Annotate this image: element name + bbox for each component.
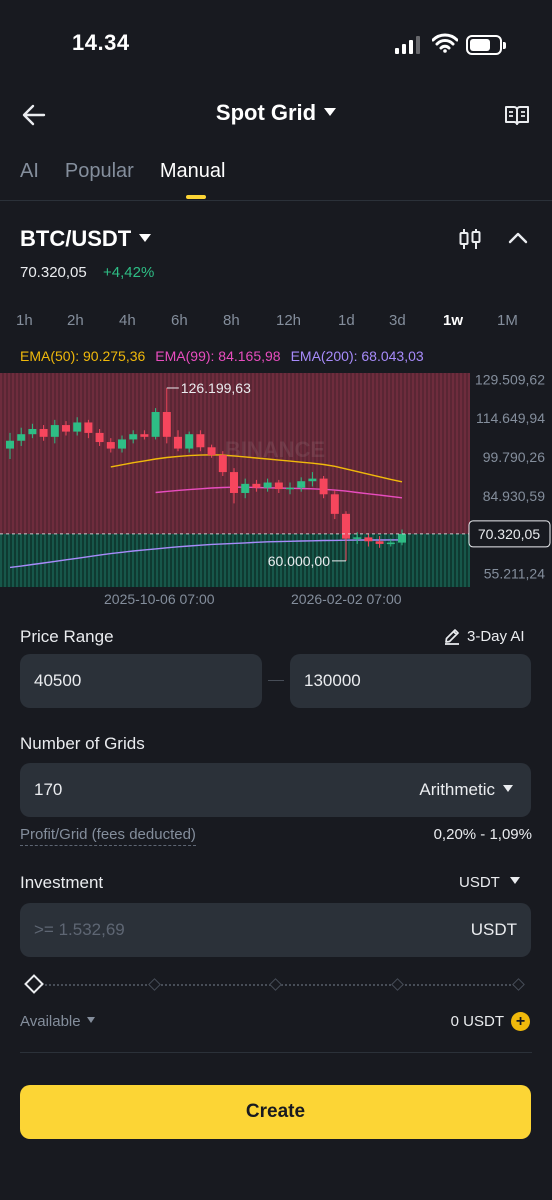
current-price-label: 70.320,05 <box>478 526 540 542</box>
interval-1h[interactable]: 1h <box>16 312 33 329</box>
last-price: 70.320,05 <box>20 264 87 281</box>
status-time: 14.34 <box>72 30 130 55</box>
available-dropdown[interactable]: Available <box>20 1013 95 1030</box>
interval-6h[interactable]: 6h <box>171 312 188 329</box>
header-title-dropdown[interactable]: Spot Grid <box>0 100 552 126</box>
slider-tick-75[interactable] <box>391 978 404 991</box>
page-title: Spot Grid <box>215 100 317 125</box>
pair-symbol: BTC/USDT <box>20 226 132 251</box>
interval-1w[interactable]: 1w <box>443 312 463 329</box>
price-high-value: 130000 <box>304 671 361 690</box>
y-axis-label: 84.930,59 <box>483 488 545 504</box>
grids-label: Number of Grids <box>20 734 145 753</box>
profit-per-grid-label[interactable]: Profit/Grid (fees deducted) <box>20 826 196 846</box>
interval-4h[interactable]: 4h <box>119 312 136 329</box>
candle <box>151 408 160 440</box>
chevron-down-icon <box>86 1017 95 1023</box>
pencil-icon <box>445 629 459 645</box>
high-annotation: 126.199,63 <box>181 380 251 396</box>
chevron-down-icon <box>503 785 513 792</box>
price-low-input[interactable]: 40500 <box>20 654 262 708</box>
chevron-down-icon <box>139 234 152 242</box>
available-balance: 0 USDT <box>450 1013 504 1030</box>
investment-label: Investment <box>20 873 104 892</box>
slider-tick-25[interactable] <box>148 978 161 991</box>
form-divider <box>20 1052 532 1053</box>
battery-icon <box>466 35 506 55</box>
price-chart[interactable]: BINANCE 126.199,63 60.000,00 129.509,62 11… <box>0 365 552 587</box>
investment-input[interactable]: >= 1.532,69 USDT <box>20 903 531 957</box>
slider-tick-100[interactable] <box>512 978 525 991</box>
price-low-value: 40500 <box>34 671 82 690</box>
tab-popular[interactable]: Popular <box>65 160 134 183</box>
price-high-input[interactable]: 130000 <box>290 654 531 708</box>
wifi-icon <box>432 33 458 53</box>
interval-2h[interactable]: 2h <box>67 312 84 329</box>
tab-manual[interactable]: Manual <box>160 160 225 199</box>
tabs-divider <box>0 200 552 201</box>
ema99-label: EMA(99): 84.165,98 <box>155 348 281 364</box>
investment-currency: USDT <box>459 874 500 891</box>
guide-book-icon[interactable] <box>504 104 530 126</box>
investment-slider-handle[interactable] <box>24 974 44 994</box>
investment-placeholder: >= 1.532,69 <box>34 920 125 939</box>
candlestick-icon[interactable] <box>458 227 482 251</box>
x-axis-date-2: 2026-02-02 07:00 <box>291 591 402 607</box>
ema-legend: EMA(50): 90.275,36 EMA(99): 84.165,98 EMA(… <box>20 348 424 364</box>
y-axis-label: 55.211,24 <box>484 565 545 581</box>
chevron-down-icon <box>509 877 520 884</box>
ema50-label: EMA(50): 90.275,36 <box>20 348 146 364</box>
investment-currency-dropdown[interactable]: USDT <box>459 874 520 891</box>
tab-ai[interactable]: AI <box>20 160 39 183</box>
grids-value: 170 <box>34 780 63 799</box>
collapse-chevron-icon[interactable] <box>508 230 528 246</box>
ema200-label: EMA(200): 68.043,03 <box>290 348 424 364</box>
available-label: Available <box>20 1013 81 1030</box>
three-day-ai-label: 3-Day AI <box>467 627 525 645</box>
interval-bar: 1h 2h 4h 6h 8h 12h 1d 3d 1w 1M <box>0 312 552 336</box>
x-axis-date-1: 2025-10-06 07:00 <box>104 591 215 607</box>
low-annotation: 60.000,00 <box>268 553 330 569</box>
pair-selector[interactable]: BTC/USDT <box>20 226 152 252</box>
strategy-tabs: AI Popular Manual <box>20 160 225 199</box>
price-range-label: Price Range <box>20 627 114 646</box>
y-axis-label: 99.790,26 <box>483 449 545 465</box>
interval-12h[interactable]: 12h <box>276 312 301 329</box>
add-funds-icon[interactable]: + <box>511 1012 530 1031</box>
three-day-ai-button[interactable]: 3-Day AI <box>443 627 525 645</box>
chevron-down-icon <box>324 108 337 116</box>
range-separator <box>268 680 284 681</box>
interval-8h[interactable]: 8h <box>223 312 240 329</box>
interval-3d[interactable]: 3d <box>389 312 406 329</box>
profit-per-grid-value: 0,20% - 1,09% <box>433 826 532 843</box>
create-button[interactable]: Create <box>20 1085 531 1139</box>
price-change: +4,42% <box>103 264 155 281</box>
grids-input[interactable]: 170 Arithmetic <box>20 763 531 817</box>
grid-mode-dropdown[interactable]: Arithmetic <box>419 780 513 800</box>
investment-unit: USDT <box>470 920 517 939</box>
grid-mode-label: Arithmetic <box>419 780 495 799</box>
chart-watermark: BINANCE <box>225 437 325 462</box>
y-axis-label: 129.509,62 <box>475 371 545 387</box>
slider-tick-50[interactable] <box>269 978 282 991</box>
y-axis-label: 114.649,94 <box>476 410 545 426</box>
cellular-signal-icon <box>395 36 420 54</box>
interval-1d[interactable]: 1d <box>338 312 355 329</box>
interval-1M[interactable]: 1M <box>497 312 518 329</box>
